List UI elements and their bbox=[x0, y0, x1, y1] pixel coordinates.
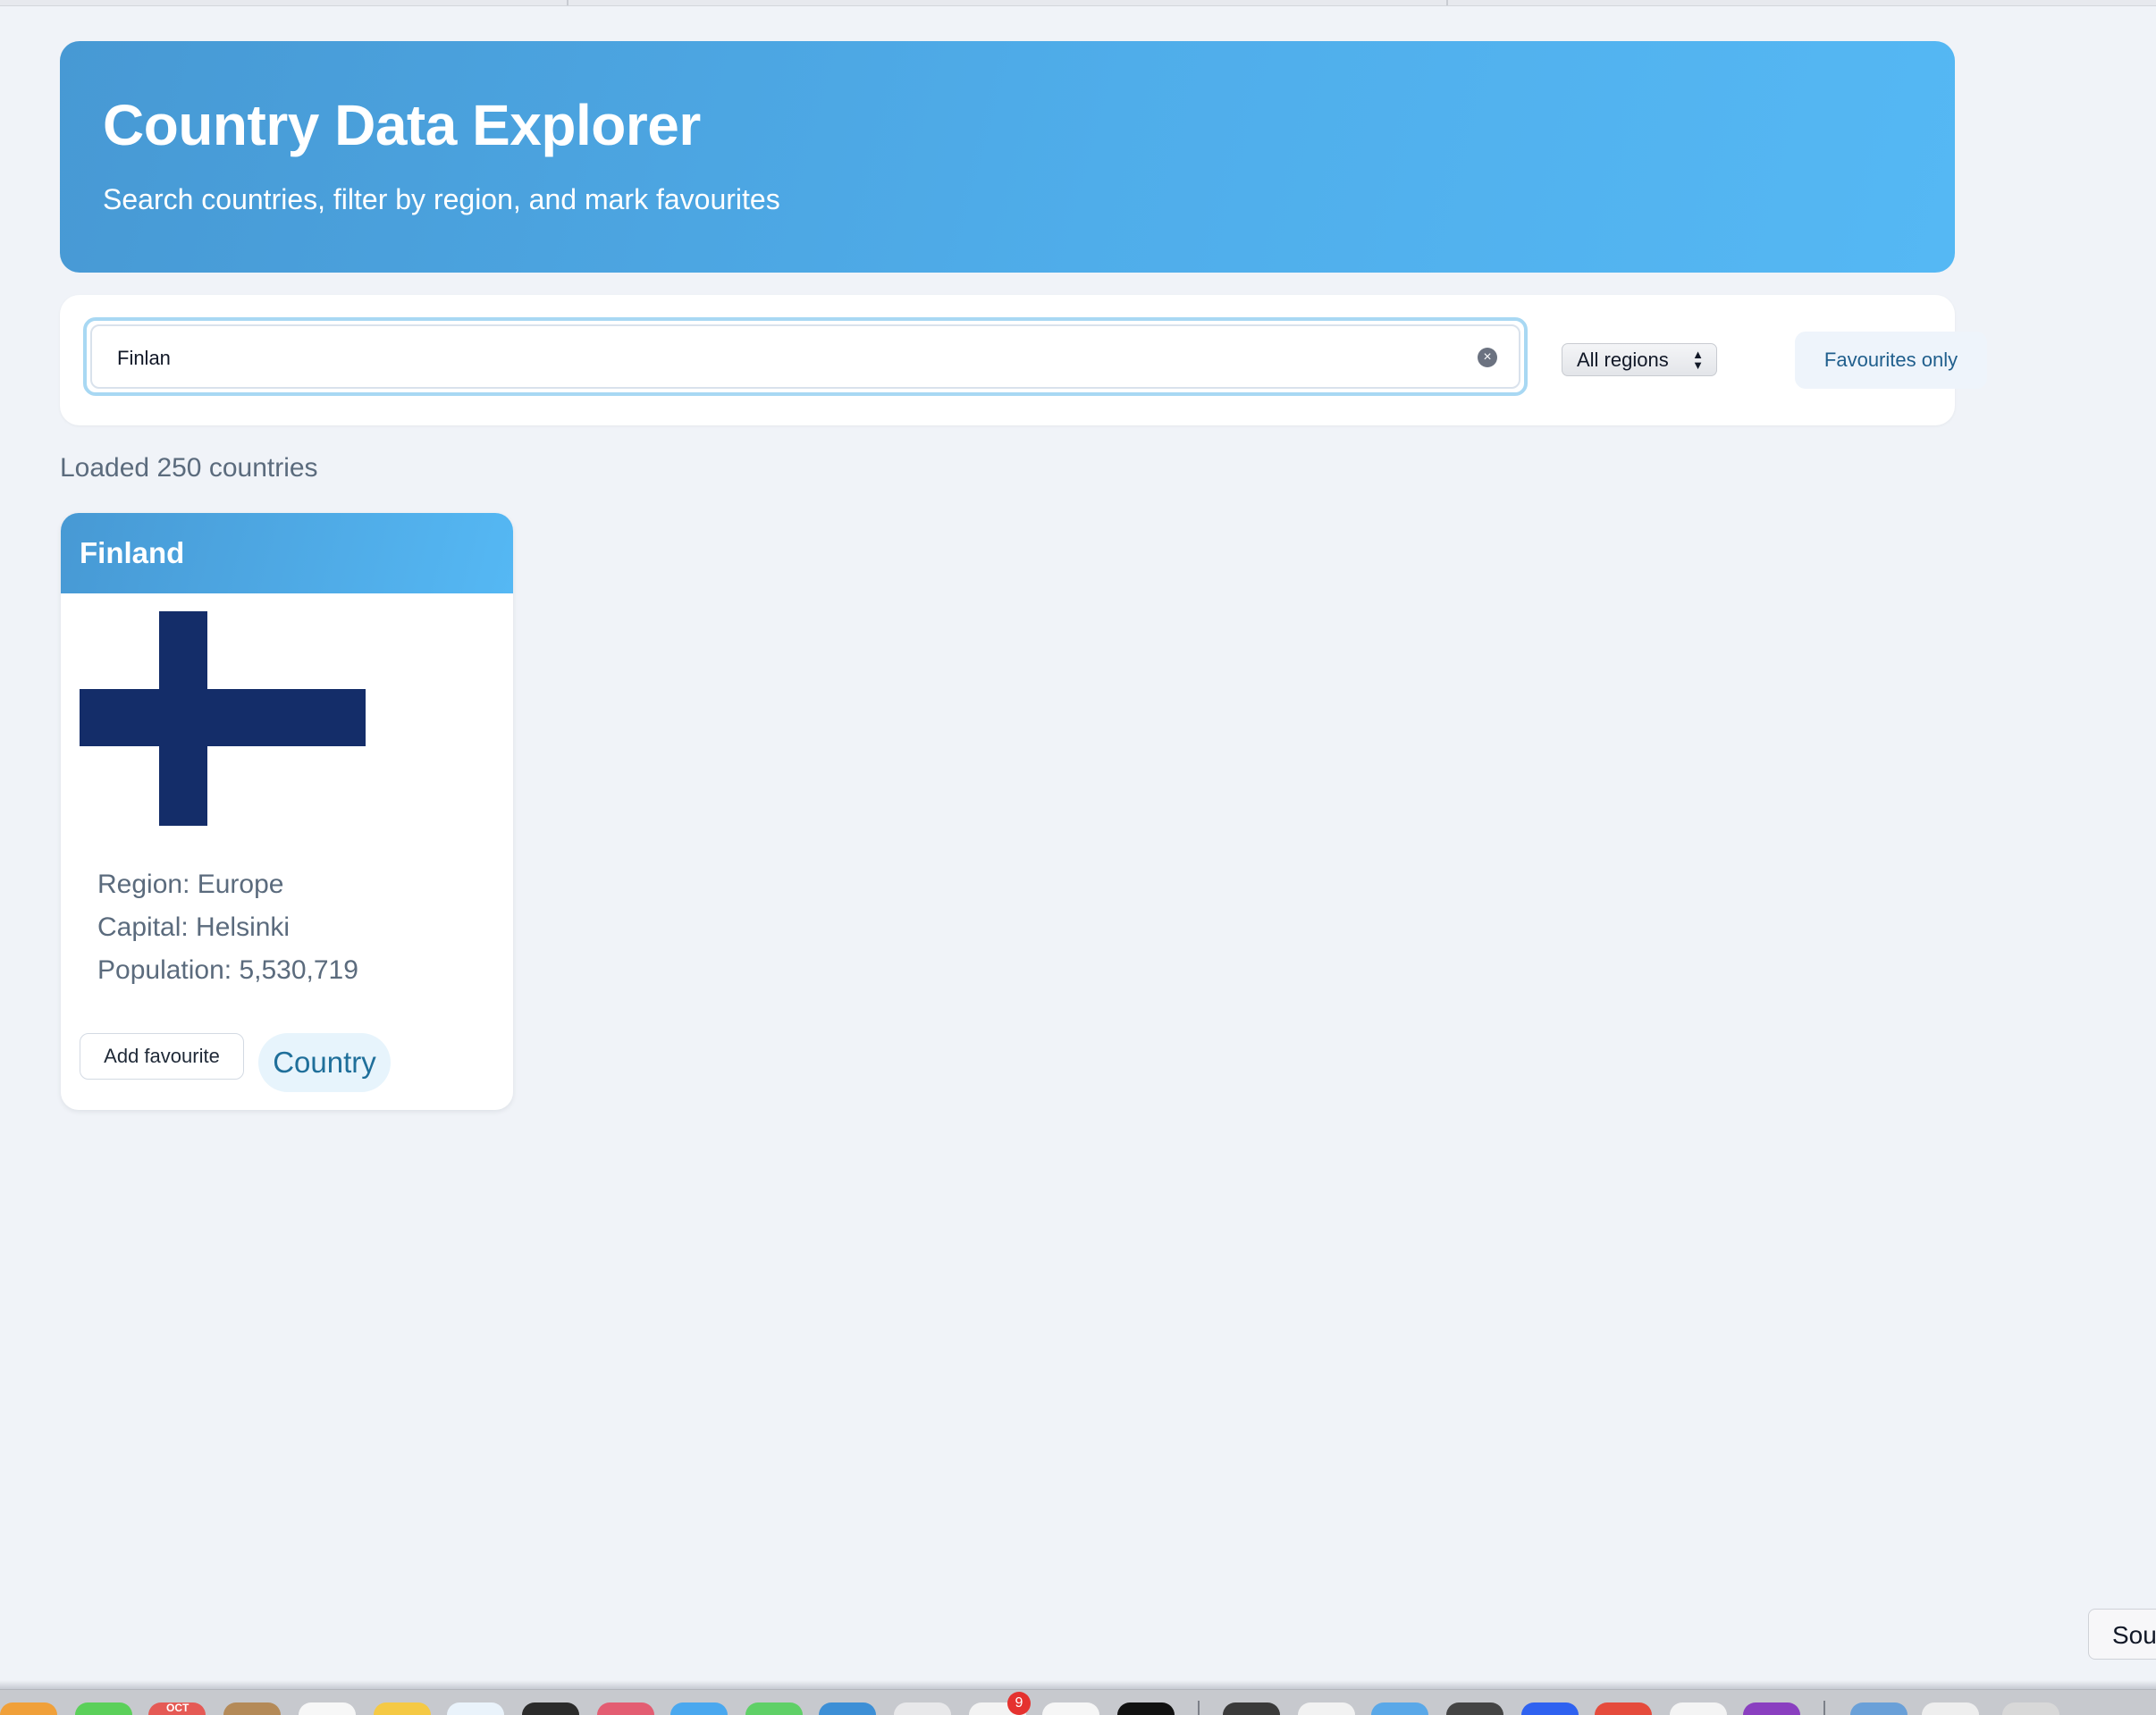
app-icon[interactable] bbox=[1670, 1702, 1727, 1715]
window-thumbnail-icon[interactable] bbox=[1922, 1702, 1979, 1715]
country-region: Region: Europe bbox=[97, 870, 284, 899]
app-icon[interactable] bbox=[1223, 1702, 1280, 1715]
maps-app-icon[interactable] bbox=[447, 1702, 504, 1715]
mail-app-icon[interactable] bbox=[819, 1702, 876, 1715]
country-tag: Country bbox=[258, 1033, 391, 1092]
header-banner: Country Data Explorer Search countries, … bbox=[60, 41, 1955, 273]
app-icon[interactable] bbox=[1595, 1702, 1652, 1715]
finder-app-icon[interactable] bbox=[0, 1702, 57, 1715]
dock: OCT 9 bbox=[0, 1689, 2156, 1715]
app-icon[interactable] bbox=[1446, 1702, 1503, 1715]
loaded-count-text: Loaded 250 countries bbox=[60, 453, 318, 483]
dock-separator bbox=[1823, 1701, 1825, 1715]
clear-search-icon[interactable]: × bbox=[1478, 348, 1497, 367]
app-icon[interactable] bbox=[1298, 1702, 1355, 1715]
country-capital: Capital: Helsinki bbox=[97, 912, 291, 942]
tab-separator bbox=[567, 0, 568, 5]
stickies-app-icon[interactable] bbox=[374, 1702, 431, 1715]
window-thumbnail-icon[interactable] bbox=[2002, 1702, 2059, 1715]
safari-app-icon[interactable] bbox=[1042, 1702, 1099, 1715]
downloads-folder-icon[interactable] bbox=[1850, 1702, 1908, 1715]
country-flag bbox=[80, 611, 366, 826]
region-select[interactable]: All regions ▲ ▼ bbox=[1562, 343, 1717, 376]
select-arrows-icon: ▲ ▼ bbox=[1692, 348, 1704, 372]
page-subtitle: Search countries, filter by region, and … bbox=[103, 182, 780, 215]
calendar-month-label: OCT bbox=[166, 1702, 189, 1714]
browser-top-strip bbox=[0, 0, 2156, 6]
app-icon[interactable] bbox=[1521, 1702, 1579, 1715]
tab-separator bbox=[1446, 0, 1448, 5]
facetime-app-icon[interactable] bbox=[745, 1702, 803, 1715]
search-field-inner: × bbox=[90, 324, 1520, 391]
photos-app-icon[interactable] bbox=[299, 1702, 356, 1715]
add-favourite-button[interactable]: Add favourite bbox=[80, 1033, 244, 1080]
country-name: Finland bbox=[61, 513, 513, 593]
floating-button[interactable]: Sou bbox=[2088, 1609, 2156, 1660]
country-info: Region: Europe Capital: Helsinki Populat… bbox=[97, 863, 358, 992]
controls-panel: × All regions ▲▼ Favourites only bbox=[60, 295, 1987, 425]
notes-app-icon[interactable] bbox=[223, 1702, 281, 1715]
favourites-only-button[interactable]: Favourites only bbox=[1795, 332, 1987, 389]
region-select-value: All regions bbox=[1577, 349, 1669, 371]
app-store-icon[interactable] bbox=[670, 1702, 728, 1715]
country-card: Finland Region: Europe Capital: Helsinki… bbox=[61, 513, 513, 1110]
notification-badge: 9 bbox=[1007, 1692, 1031, 1715]
search-field[interactable]: × bbox=[83, 317, 1528, 396]
dock-shadow bbox=[0, 1680, 2156, 1689]
messages-app-icon[interactable] bbox=[75, 1702, 132, 1715]
terminal-app-icon[interactable] bbox=[522, 1702, 579, 1715]
search-input[interactable] bbox=[117, 326, 1440, 391]
dock-separator bbox=[1198, 1701, 1200, 1715]
music-app-icon[interactable] bbox=[597, 1702, 654, 1715]
app-icon[interactable] bbox=[1743, 1702, 1800, 1715]
folder-icon[interactable] bbox=[1371, 1702, 1428, 1715]
github-app-icon[interactable] bbox=[894, 1702, 951, 1715]
country-population: Population: 5,530,719 bbox=[97, 955, 358, 985]
page-title: Country Data Explorer bbox=[103, 93, 701, 157]
flag-cross-horizontal bbox=[80, 689, 366, 746]
vscode-app-icon[interactable] bbox=[1117, 1702, 1175, 1715]
